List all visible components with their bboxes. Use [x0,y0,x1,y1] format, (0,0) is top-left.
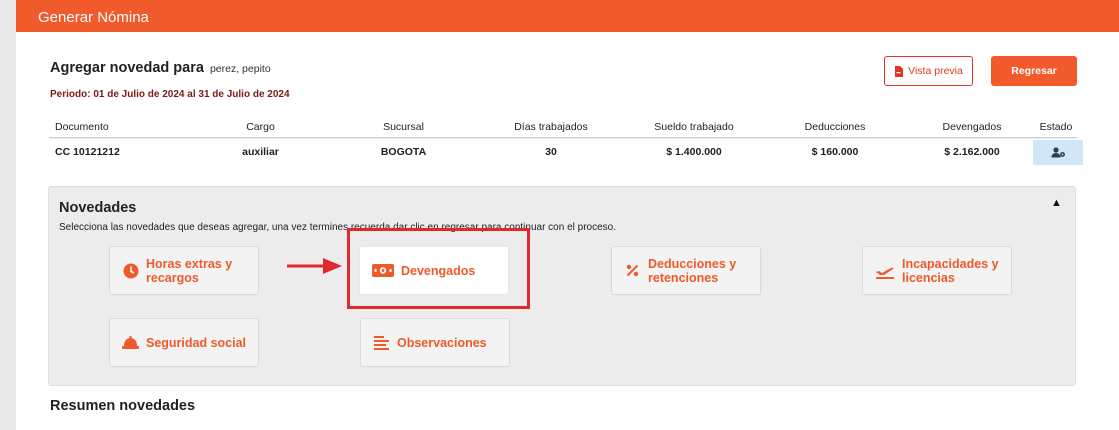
cell-dias: 30 [545,146,557,158]
back-button-label: Regresar [1011,65,1057,77]
card-incapacidades[interactable]: Incapacidades y licencias [862,246,1012,295]
header-documento: Documento [55,120,109,133]
cell-cargo: auxiliar [242,146,279,158]
employee-name: perez, pepito [209,63,271,75]
table-header-row: Documento Cargo Sucursal Días trabajados… [49,116,1077,138]
user-gear-icon [1051,146,1065,157]
cell-deducciones: $ 160.000 [811,146,859,158]
card-observaciones-label: Observaciones [397,335,487,350]
panel-header: Generar Nómina [16,0,1119,32]
card-deducciones[interactable]: Deducciones y retenciones [611,246,761,295]
header-devengados: Devengados [942,120,1002,133]
cell-devengados: $ 2.162.000 [944,146,1000,158]
helmet-icon [122,334,139,351]
cell-sueldo: $ 1.400.000 [666,146,722,158]
user-settings-button[interactable] [1033,139,1083,165]
card-horas-extras-label: Horas extras y recargos [146,256,233,285]
panel-title: Generar Nómina [38,9,149,26]
cell-sucursal: BOGOTA [380,146,427,158]
cell-estado [1033,139,1083,165]
period-text: Periodo: 01 de Julio de 2024 al 31 de Ju… [50,89,290,100]
list-icon [373,334,390,351]
page-title-text: Agregar novedad para [50,60,204,76]
preview-button-label: Vista previa [908,65,963,77]
card-horas-extras[interactable]: Horas extras y recargos [109,246,259,295]
novedades-title: Novedades [59,200,137,216]
collapse-toggle[interactable]: ▲ [1051,197,1062,209]
arrow-right-icon [287,258,342,274]
highlight-box [347,228,530,309]
pdf-file-icon [895,65,904,77]
header-dias: Días trabajados [514,120,588,133]
header-deducciones: Deducciones [804,120,866,133]
cell-documento: CC 10121212 [55,146,120,158]
back-button[interactable]: Regresar [991,56,1077,86]
percent-icon [624,262,641,279]
header-sucursal: Sucursal [383,120,424,133]
card-deducciones-label: Deducciones y retenciones [648,256,737,285]
header-sueldo: Sueldo trabajado [654,120,734,133]
employee-table: Documento Cargo Sucursal Días trabajados… [49,116,1083,165]
card-seguridad-social[interactable]: Seguridad social [109,318,259,367]
card-observaciones[interactable]: Observaciones [360,318,510,367]
header-estado: Estado [1039,120,1073,133]
novedades-description: Selecciona las novedades que deseas agre… [59,222,616,233]
preview-button[interactable]: Vista previa [884,56,973,86]
resumen-title: Resumen novedades [50,398,196,414]
card-seguridad-social-label: Seguridad social [146,335,247,350]
card-incapacidades-label: Incapacidades y licencias [902,256,999,285]
clock-icon [122,262,139,279]
plane-icon [875,262,895,279]
page-title: Agregar novedad para perez, pepito [50,60,271,76]
table-row: CC 10121212 auxiliar BOGOTA 30 $ 1.400.0… [49,138,1083,165]
header-cargo: Cargo [246,120,275,133]
